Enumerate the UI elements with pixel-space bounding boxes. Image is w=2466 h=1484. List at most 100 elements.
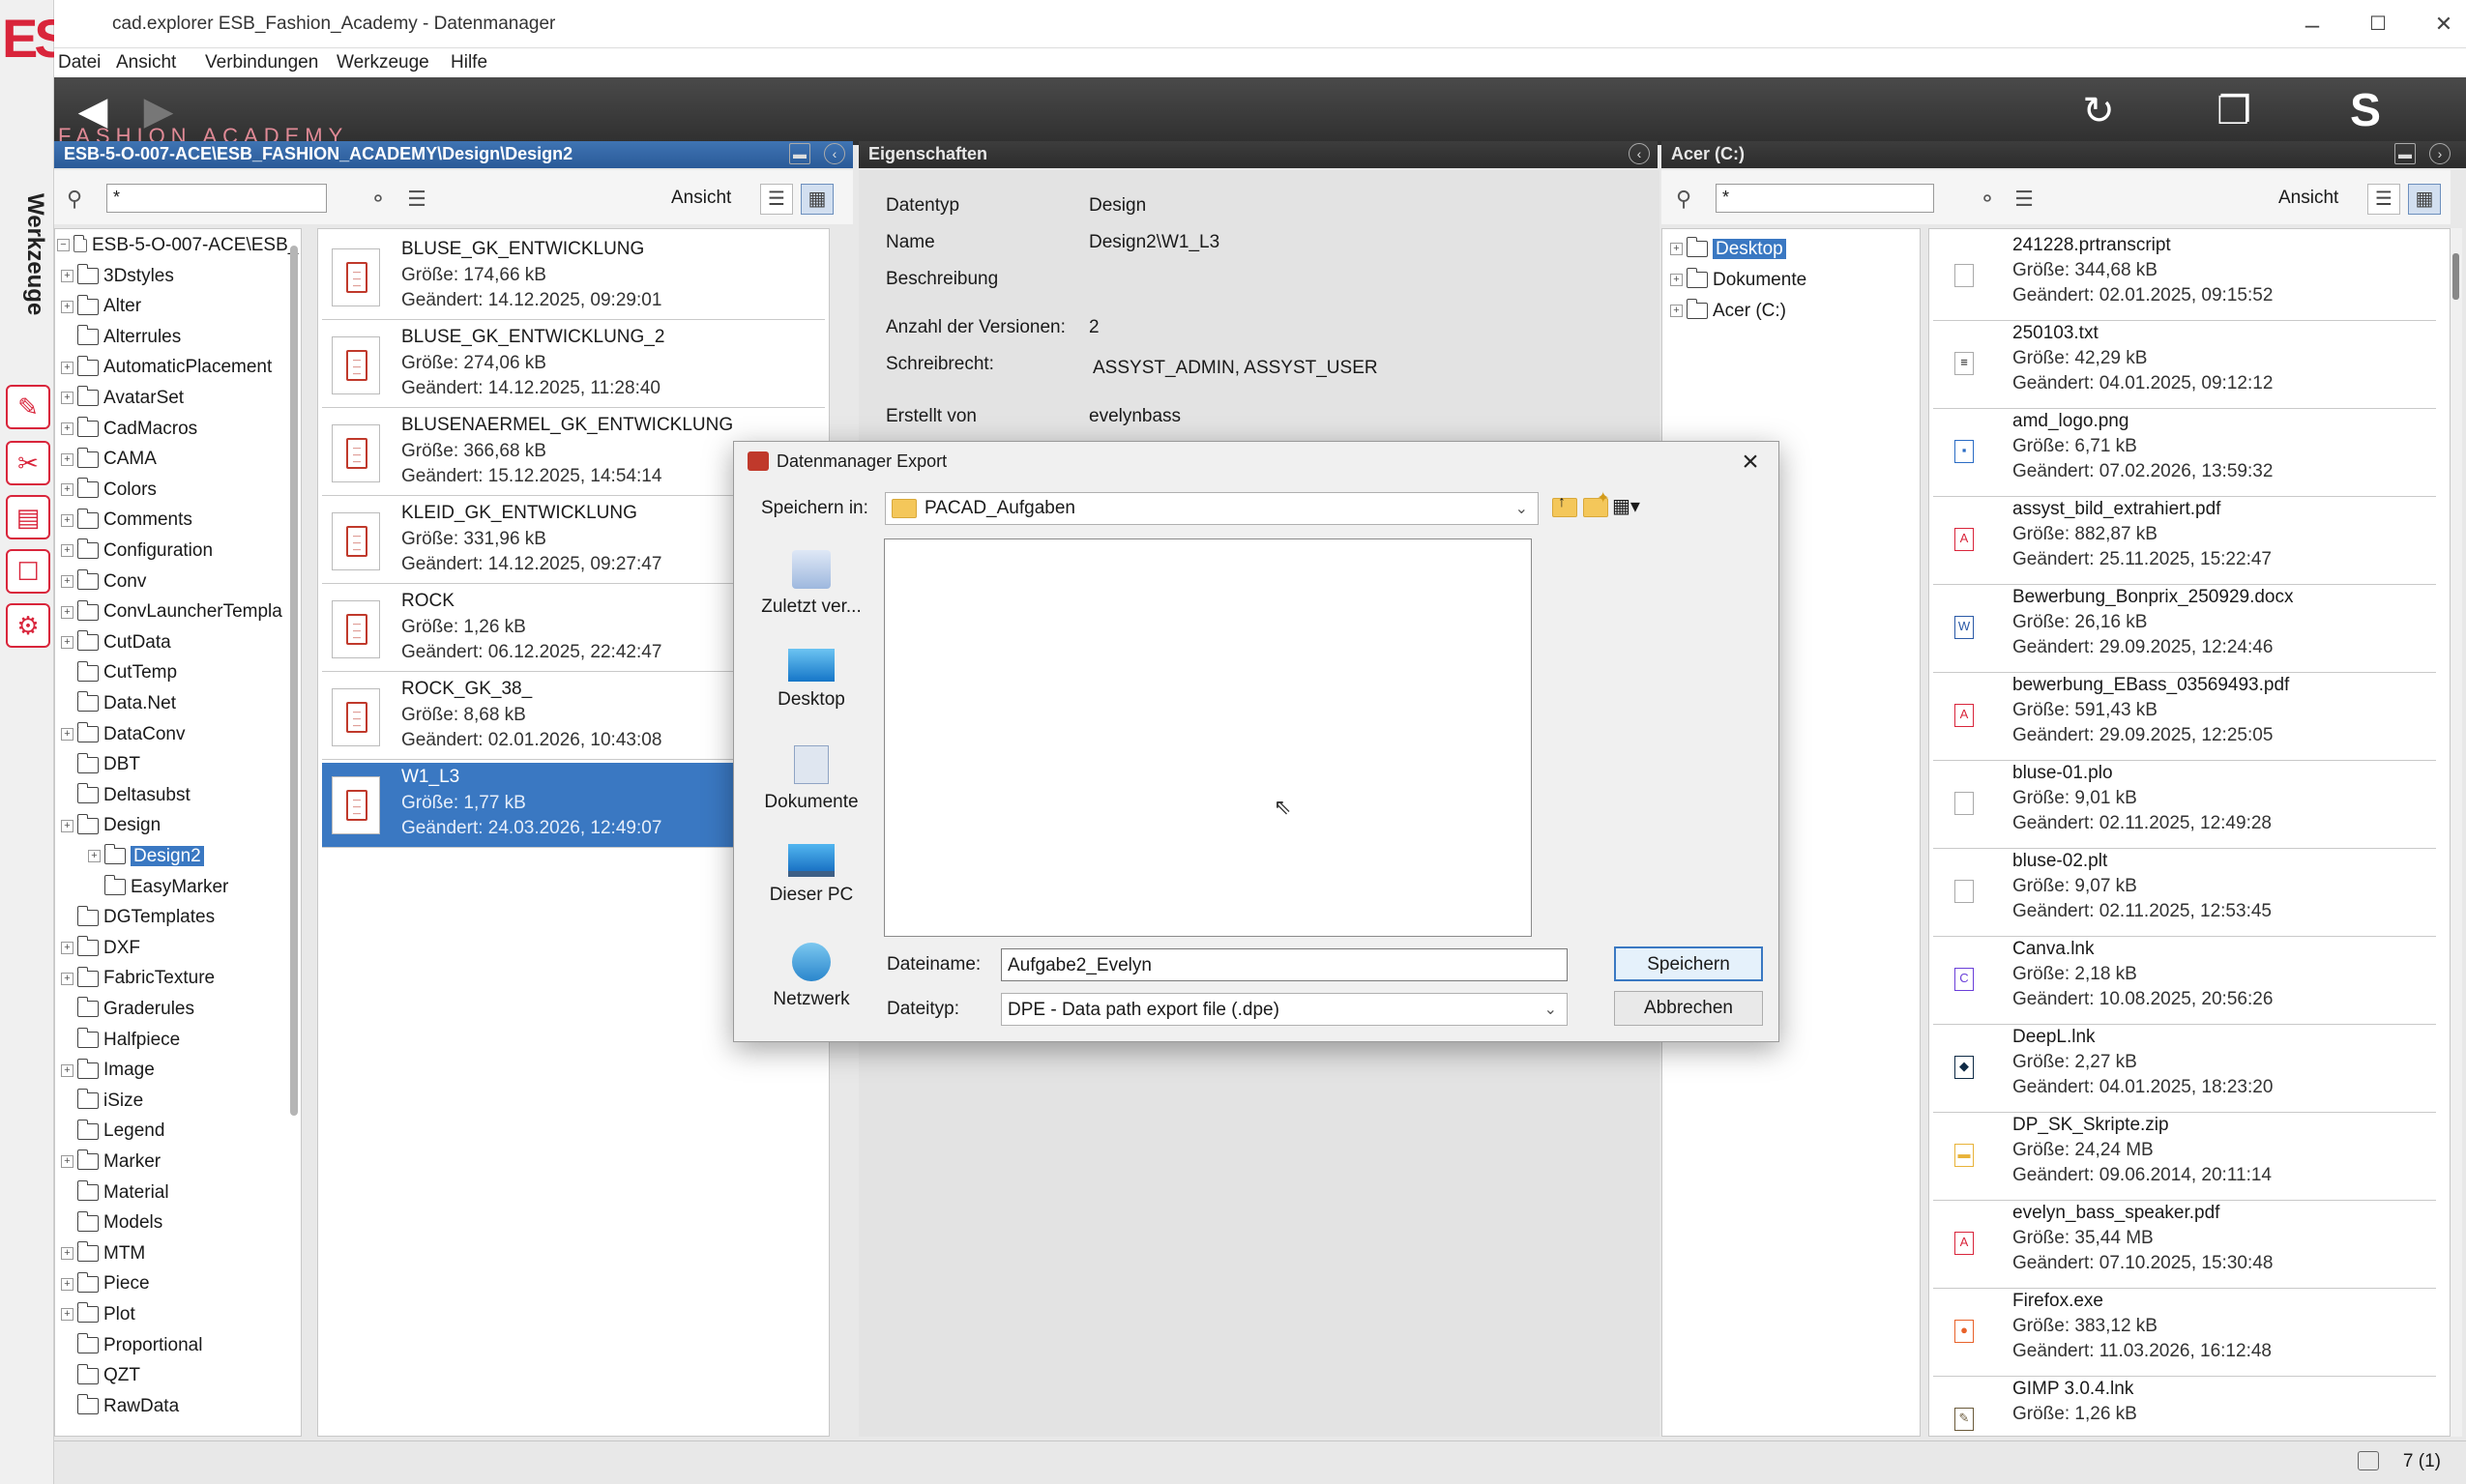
list-view-icon[interactable]: ☰ <box>760 184 793 215</box>
expand-icon[interactable] <box>61 1186 73 1199</box>
tree-folder-item[interactable]: + Configuration <box>61 537 213 566</box>
expand-icon[interactable] <box>61 1400 73 1412</box>
expand-icon[interactable] <box>61 331 73 343</box>
expand-icon[interactable]: + <box>61 483 73 497</box>
right-scrollbar[interactable] <box>2451 228 2462 1437</box>
dialog-file-area[interactable]: ⇖ <box>884 538 1532 937</box>
expand-icon[interactable]: + <box>61 1277 73 1291</box>
tree-folder-item[interactable]: + CutData <box>61 628 171 657</box>
expand-icon[interactable]: + <box>61 728 73 742</box>
close-button[interactable]: ✕ <box>2410 8 2466 41</box>
tree-folder-item[interactable]: Alterrules <box>61 323 181 352</box>
expand-icon[interactable]: + <box>61 422 73 436</box>
expand-icon[interactable]: + <box>1670 305 1683 318</box>
right-filter-icon[interactable]: ⚬ <box>1973 186 2002 213</box>
expand-icon[interactable]: + <box>61 972 73 985</box>
cancel-button[interactable]: Abbrechen <box>1614 991 1763 1026</box>
filter-icon[interactable]: ⚬ <box>364 186 393 213</box>
expand-icon[interactable] <box>61 912 73 924</box>
tree-folder-item[interactable]: + Marker <box>61 1148 161 1177</box>
file-list-item[interactable]: Abewerbung_EBass_03569493.pdf Größe: 591,… <box>1933 673 2436 761</box>
place-desktop[interactable]: Desktop <box>744 649 879 711</box>
tree-folder-item[interactable]: CutTemp <box>61 658 177 687</box>
tree-folder-item[interactable]: Legend <box>61 1117 164 1146</box>
menu-verbindungen[interactable]: Verbindungen <box>205 52 318 73</box>
expand-icon[interactable]: + <box>61 1155 73 1169</box>
expand-icon[interactable]: + <box>61 1308 73 1322</box>
refresh-icon[interactable]: ↻ <box>2070 82 2128 140</box>
tool-measure-icon[interactable]: ✎ <box>6 385 50 429</box>
expand-icon[interactable] <box>61 1339 73 1352</box>
save-button[interactable]: Speichern <box>1614 946 1763 981</box>
tree-folder-item[interactable]: DBT <box>61 750 140 779</box>
tree-folder-item[interactable]: Halfpiece <box>61 1026 180 1055</box>
right-detail-view-icon[interactable]: ▦ <box>2408 184 2441 215</box>
menu-hilfe[interactable]: Hilfe <box>451 52 487 73</box>
filename-input[interactable]: Aufgabe2_Evelyn <box>1001 948 1568 981</box>
tree-folder-item[interactable]: + Comments <box>61 506 192 535</box>
expand-icon[interactable]: + <box>61 575 73 589</box>
expand-icon[interactable]: + <box>61 636 73 650</box>
right-scrollbar-thumb[interactable] <box>2452 253 2459 300</box>
expand-icon[interactable]: + <box>88 850 101 863</box>
dialog-close-icon[interactable]: × <box>1734 446 1767 479</box>
expand-icon[interactable]: + <box>61 819 73 832</box>
filetype-select[interactable]: DPE - Data path export file (.dpe) ⌄ <box>1001 993 1568 1026</box>
expand-icon[interactable]: + <box>1670 243 1683 256</box>
expand-icon[interactable] <box>61 759 73 771</box>
file-list-item[interactable]: Aassyst_bild_extrahiert.pdf Größe: 882,87… <box>1933 497 2436 585</box>
tree-folder-item[interactable]: + DXF <box>61 934 140 963</box>
tree-folder-item[interactable]: Proportional <box>61 1331 202 1360</box>
menu-werkzeuge[interactable]: Werkzeuge <box>337 52 429 73</box>
expand-icon[interactable] <box>88 881 101 893</box>
drive-tree-item[interactable]: + Desktop <box>1670 235 1786 264</box>
tree-folder-item[interactable]: Graderules <box>61 995 194 1024</box>
tree-folder-item[interactable]: + Colors <box>61 476 157 505</box>
expand-icon[interactable] <box>61 789 73 801</box>
maximize-button[interactable]: ☐ <box>2344 8 2412 41</box>
expand-icon[interactable]: + <box>1670 274 1683 287</box>
tree-folder-item[interactable]: QZT <box>61 1361 140 1390</box>
panel-minimize-icon[interactable]: ▬ <box>789 143 810 164</box>
tree-folder-item[interactable]: Deltasubst <box>61 781 191 810</box>
right-panel-minimize-icon[interactable]: ▬ <box>2394 143 2416 164</box>
right-settings-icon[interactable]: ☰ <box>2010 186 2039 213</box>
expand-icon[interactable] <box>61 1125 73 1138</box>
tree-folder-item[interactable]: + Plot <box>61 1300 135 1329</box>
view-menu-icon[interactable]: ▦▾ <box>1612 494 1653 519</box>
tree-folder-item[interactable]: Material <box>61 1178 169 1208</box>
clipboard-compare-icon[interactable]: ❐ <box>2205 82 2263 140</box>
expand-icon[interactable]: + <box>61 605 73 619</box>
tree-subfolder-item[interactable]: + Design2 <box>88 842 204 871</box>
tree-folder-item[interactable]: + CadMacros <box>61 415 197 444</box>
file-list-item[interactable]: ▪ amd_logo.png Größe: 6,71 kB Geändert: 07.… <box>1933 409 2436 497</box>
right-panel-collapse-icon[interactable]: › <box>2429 143 2451 164</box>
drive-tree-item[interactable]: + Acer (C:) <box>1670 297 1786 326</box>
file-list-item[interactable]: ◆ DeepL.lnk Größe: 2,27 kB Geändert: 04.01.… <box>1933 1025 2436 1113</box>
tree-folder-item[interactable]: DGTemplates <box>61 903 215 932</box>
tool-mannequin-icon[interactable]: ⚙ <box>6 603 50 648</box>
expand-icon[interactable]: − <box>57 239 70 252</box>
settings-sliders-icon[interactable]: ☰ <box>402 186 431 213</box>
new-folder-icon[interactable]: ✦ <box>1583 490 1609 517</box>
file-list-item[interactable]: ✎ GIMP 3.0.4.lnk Größe: 1,26 kB <box>1933 1377 2436 1436</box>
file-list-item[interactable]: ≡ 250103.txt Größe: 42,29 kB Geändert: 04.0… <box>1933 321 2436 409</box>
expand-icon[interactable] <box>61 1094 73 1107</box>
expand-icon[interactable]: + <box>61 361 73 374</box>
tree-folder-item[interactable]: + ConvLauncherTempla <box>61 597 282 626</box>
tree-folder-item[interactable]: + MTM <box>61 1239 145 1268</box>
place-documents[interactable]: Dokumente <box>744 745 879 813</box>
expand-icon[interactable] <box>61 697 73 710</box>
tree-folder-item[interactable]: + AutomaticPlacement <box>61 353 272 382</box>
menu-ansicht[interactable]: Ansicht <box>116 52 176 73</box>
expand-icon[interactable]: + <box>61 270 73 283</box>
tree-folder-item[interactable]: + Alter <box>61 292 141 321</box>
place-network[interactable]: Netzwerk <box>744 943 879 1010</box>
tool-cutting-icon[interactable]: ✂ <box>6 441 50 485</box>
expand-icon[interactable] <box>61 1003 73 1015</box>
place-recent[interactable]: Zuletzt ver... <box>744 550 879 618</box>
tree-folder-item[interactable]: + Conv <box>61 567 146 597</box>
tree-scrollbar[interactable] <box>290 246 298 1116</box>
tree-folder-item[interactable]: Models <box>61 1208 162 1237</box>
file-list-item[interactable]: W Bewerbung_Bonprix_250929.docx Größe: 26,… <box>1933 585 2436 673</box>
